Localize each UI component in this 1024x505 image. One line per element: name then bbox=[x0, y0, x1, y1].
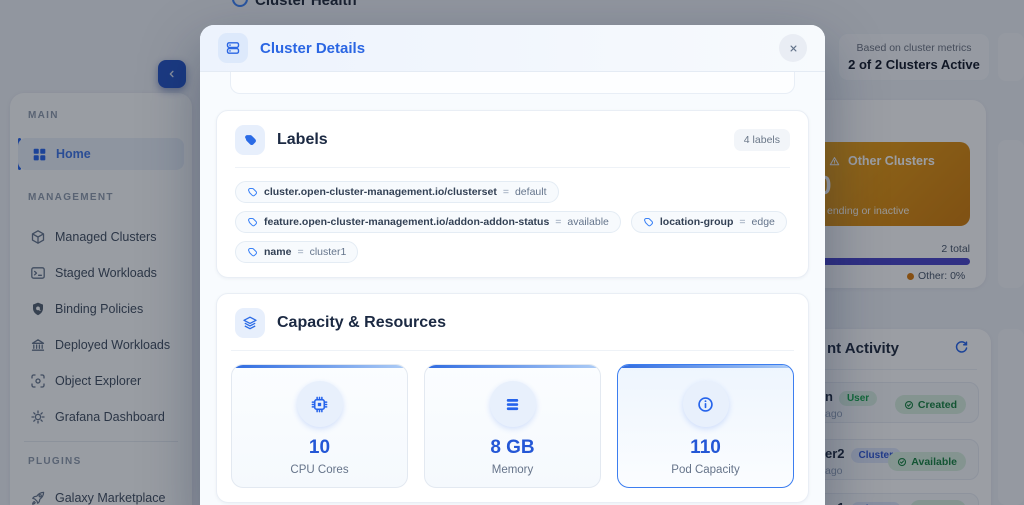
capacity-section: Capacity & Resources 10 CPU Cores bbox=[216, 293, 809, 503]
stat-card-cpu[interactable]: 10 CPU Cores bbox=[231, 364, 408, 488]
info-icon bbox=[683, 381, 729, 427]
tag-outline-icon bbox=[643, 217, 654, 228]
screen: Cluster Health Based on cluster metrics … bbox=[0, 0, 1024, 505]
modal-title: Cluster Details bbox=[260, 40, 365, 57]
tag-outline-icon bbox=[247, 217, 258, 228]
capacity-title: Capacity & Resources bbox=[277, 314, 446, 332]
divider bbox=[235, 167, 790, 168]
labels-title: Labels bbox=[277, 131, 328, 149]
labels-count-badge: 4 labels bbox=[734, 129, 790, 151]
label-chip: feature.open-cluster-management.io/addon… bbox=[235, 211, 621, 233]
stat-card-memory[interactable]: 8 GB Memory bbox=[424, 364, 601, 488]
scrolled-card-remnant bbox=[230, 72, 795, 94]
labels-section: Labels 4 labels cluster.open-cluster-man… bbox=[216, 110, 809, 278]
label-chip: cluster.open-cluster-management.io/clust… bbox=[235, 181, 559, 203]
tag-outline-icon bbox=[247, 187, 258, 198]
server-icon bbox=[218, 33, 248, 63]
tag-icon bbox=[235, 125, 265, 155]
label-chip: location-group=edge bbox=[631, 211, 787, 233]
close-icon[interactable] bbox=[779, 34, 807, 62]
divider bbox=[231, 350, 794, 351]
stat-value: 110 bbox=[618, 437, 793, 459]
label-chip: name=cluster1 bbox=[235, 241, 358, 263]
modal-body: Labels 4 labels cluster.open-cluster-man… bbox=[200, 72, 825, 503]
cluster-details-modal: Cluster Details Labels 4 labels bbox=[200, 25, 825, 505]
modal-header: Cluster Details bbox=[200, 25, 825, 72]
stat-card-pod-capacity[interactable]: 110 Pod Capacity bbox=[617, 364, 794, 488]
stat-value: 10 bbox=[232, 437, 407, 459]
stat-value: 8 GB bbox=[425, 437, 600, 459]
stat-label: CPU Cores bbox=[232, 464, 407, 476]
stat-label: Memory bbox=[425, 464, 600, 476]
stat-label: Pod Capacity bbox=[618, 464, 793, 476]
layers-icon bbox=[235, 308, 265, 338]
memory-icon bbox=[490, 381, 536, 427]
cpu-icon bbox=[297, 381, 343, 427]
tag-outline-icon bbox=[247, 247, 258, 258]
